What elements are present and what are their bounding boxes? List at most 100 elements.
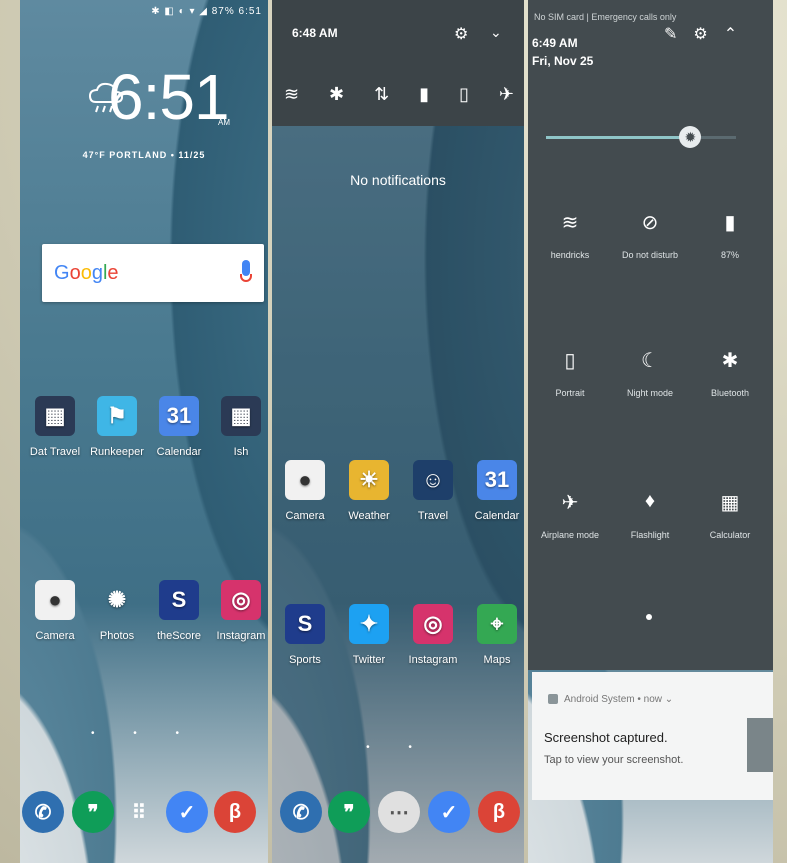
battery-icon: ▮ [724, 212, 736, 234]
dock: ✆ ❞ ⋯ ✓ β [272, 785, 524, 845]
airplane-icon: ✈ [561, 492, 579, 514]
status-bar: ✱ ◧ ◐ ▾ ◢ 87% 6:51 [151, 6, 262, 17]
phone-portrait-icon[interactable]: ▯ [459, 84, 469, 105]
tile-label: Night mode [626, 388, 674, 398]
shade-time: 6:48 AM [292, 26, 338, 40]
weather-location-line[interactable]: 47°F PORTLAND • 11/25 [20, 150, 268, 160]
tile-hendricks[interactable]: ≋ hendricks [530, 210, 610, 260]
app-camera[interactable]: ● Camera [274, 460, 336, 522]
app-thescore[interactable]: StheScore [148, 580, 210, 642]
shade-time: 6:49 AM [532, 36, 578, 50]
sports-icon: S [285, 604, 325, 644]
screenshot-notification[interactable]: Android System • now ⌄ Screenshot captur… [532, 672, 773, 800]
google-search-bar[interactable]: Google [42, 244, 264, 302]
app-instagram[interactable]: ◎ Instagram [210, 580, 268, 642]
wallpaper-scrim [272, 0, 524, 863]
app-photos[interactable]: ✺ Photos [86, 580, 148, 642]
calculator-icon: ▦ [720, 492, 740, 514]
app-drawer-icon[interactable]: ⋯ [378, 791, 420, 833]
inbox-icon[interactable]: ✓ [166, 791, 208, 833]
app-travel[interactable]: ☺ Travel [402, 460, 464, 522]
portrait-icon: ▯ [564, 350, 576, 372]
battery-icon[interactable]: ▮ [419, 84, 429, 105]
app-label: Camera [35, 630, 75, 642]
mic-icon[interactable] [240, 260, 252, 282]
app-sports[interactable]: S Sports [274, 604, 336, 666]
tile-label: Airplane mode [540, 530, 600, 540]
google-logo: Google [54, 262, 119, 285]
tile-label: Do not disturb [621, 250, 679, 260]
home-screen-panel: ✱ ◧ ◐ ▾ ◢ 87% 6:51 6:51 AM 47°F PORTLAND… [20, 0, 268, 863]
google-logo-o2: o [80, 262, 92, 284]
app-camera[interactable]: ● Camera [24, 580, 86, 642]
notification-title: Screenshot captured. [544, 730, 668, 745]
calendar-icon: 31 [159, 396, 199, 436]
data-icon[interactable]: ⇅ [374, 84, 389, 105]
airplane-icon[interactable]: ✈ [499, 84, 514, 105]
brightness-thumb-icon[interactable]: ✹ [679, 126, 702, 148]
app-label: theScore [156, 630, 202, 642]
brightness-slider[interactable]: ✹ [546, 126, 736, 148]
header-actions: ✎⚙⌃ [664, 24, 753, 44]
tile-bluetooth[interactable]: ✱ Bluetooth [690, 348, 770, 398]
wifi-icon: ≋ [561, 212, 579, 234]
phone-icon[interactable]: ✆ [22, 791, 64, 833]
tile-calculator[interactable]: ▦ Calculator [690, 490, 770, 540]
camera-icon: ● [285, 460, 325, 500]
chrome-beta-icon[interactable]: β [478, 791, 520, 833]
clock-widget-time[interactable]: 6:51 [108, 60, 230, 134]
hangouts-icon[interactable]: ❞ [328, 791, 370, 833]
quick-settings-expanded: No SIM card | Emergency calls only 6:49 … [528, 0, 773, 670]
app-label: Twitter [352, 654, 386, 666]
app-maps[interactable]: ⌖ Maps [466, 604, 524, 666]
app-twitter[interactable]: ✦ Twitter [338, 604, 400, 666]
tile-87-[interactable]: ▮ 87% [690, 210, 770, 260]
notification-shade-panel: 6:48 AM ⚙ ⌄ ≋ ✱ ⇅ ▮ ▯ ✈ No notifications ● Cam… [272, 0, 524, 863]
app-instagram[interactable]: ◎ Instagram [402, 604, 464, 666]
instagram-icon: ◎ [413, 604, 453, 644]
bluetooth-icon[interactable]: ✱ [329, 84, 344, 105]
tile-airplane-mode[interactable]: ✈ Airplane mode [530, 490, 610, 540]
app-dat-travel[interactable]: ▦ Dat Travel [24, 396, 86, 458]
google-logo-g: G [54, 262, 70, 284]
app-calendar[interactable]: 31 Calendar [148, 396, 210, 458]
sim-status-text: No SIM card | Emergency calls only [534, 12, 677, 22]
shade-date[interactable]: Fri, Nov 25 [532, 54, 593, 68]
app-label: Calendar [156, 446, 202, 458]
app-runkeeper[interactable]: ⚑ Runkeeper [86, 396, 148, 458]
dock: ✆ ❞ ⠿ ✓ β [20, 785, 268, 845]
wifi-icon[interactable]: ≋ [284, 84, 299, 105]
tile-do-not-disturb[interactable]: ⊘ Do not disturb [610, 210, 690, 260]
chevron-down-icon[interactable]: ⌄ [490, 24, 502, 41]
app-calendar[interactable]: 31 Calendar [466, 460, 524, 522]
screenshot-thumbnail[interactable] [747, 718, 773, 772]
app-drawer-icon[interactable]: ⠿ [118, 791, 160, 833]
instagram-icon: ◎ [221, 580, 261, 620]
gear-icon[interactable]: ⚙ [454, 24, 468, 44]
tile-flashlight[interactable]: ♦ Flashlight [610, 490, 690, 540]
app-label: Travel [417, 510, 449, 522]
twitter-icon: ✦ [349, 604, 389, 644]
phone-icon[interactable]: ✆ [280, 791, 322, 833]
tile-label: Calculator [709, 530, 751, 540]
app-label: Maps [483, 654, 511, 666]
chrome-beta-icon[interactable]: β [214, 791, 256, 833]
hangouts-icon[interactable]: ❞ [72, 791, 114, 833]
google-logo-e: e [107, 262, 119, 284]
tile-label: Bluetooth [710, 388, 750, 398]
gear-icon[interactable]: ⚙ [693, 26, 723, 43]
calendar-icon: 31 [477, 460, 517, 500]
brightness-fill [546, 136, 691, 139]
page-indicator [646, 614, 652, 620]
tile-portrait[interactable]: ▯ Portrait [530, 348, 610, 398]
app-weather[interactable]: ☀ Weather [338, 460, 400, 522]
app-label: Camera [285, 510, 325, 522]
notification-body: Tap to view your screenshot. [544, 754, 684, 766]
quick-settings-row: ≋ ✱ ⇅ ▮ ▯ ✈ [284, 84, 514, 105]
tile-night-mode[interactable]: ☾ Night mode [610, 348, 690, 398]
chevron-up-icon[interactable]: ⌃ [724, 26, 753, 43]
inbox-icon[interactable]: ✓ [428, 791, 470, 833]
app-ish[interactable]: ▦ Ish [210, 396, 268, 458]
android-system-icon [548, 694, 558, 705]
edit-icon[interactable]: ✎ [664, 26, 693, 43]
